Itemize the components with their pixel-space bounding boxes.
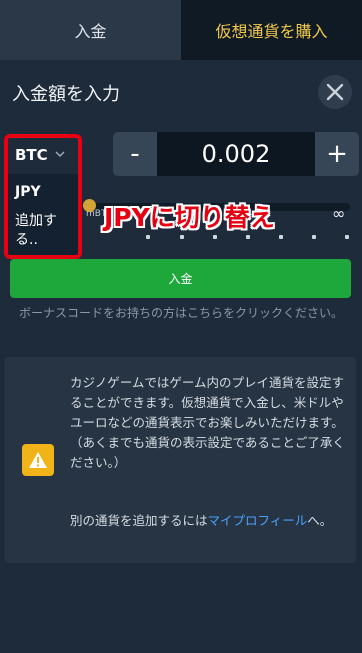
info-add-currency: 別の通貨を追加するにはマイプロフィールへ。	[70, 511, 352, 531]
page-title: 入金額を入力	[12, 84, 120, 105]
increase-amount-button[interactable]: +	[315, 132, 359, 176]
tab-deposit[interactable]: 入金	[0, 0, 181, 60]
close-button[interactable]	[318, 75, 352, 109]
info-add-prefix: 別の通貨を追加するには	[70, 513, 208, 528]
bonus-code-link[interactable]: ボーナスコードをお持ちの方はこちらをクリックください。	[16, 305, 346, 321]
slider-tick	[213, 235, 217, 239]
warning-icon	[22, 444, 54, 476]
amount-input[interactable]	[157, 132, 315, 176]
amount-slider-thumb[interactable]	[83, 199, 96, 212]
slider-tick	[345, 235, 349, 239]
close-icon	[326, 83, 344, 101]
tab-buy-crypto[interactable]: 仮想通貨を購入	[181, 0, 362, 60]
slider-tick	[279, 235, 283, 239]
slider-tick	[146, 235, 150, 239]
decrease-amount-button[interactable]: -	[113, 132, 157, 176]
info-add-suffix: へ。	[307, 513, 333, 528]
warning-triangle-icon	[29, 452, 47, 468]
highlight-frame	[4, 134, 82, 259]
tab-bar: 入金 仮想通貨を購入	[0, 0, 362, 60]
slider-tick	[312, 235, 316, 239]
slider-tick	[246, 235, 250, 239]
slider-max-label: ∞	[332, 204, 346, 223]
info-text: カジノゲームではゲーム内のプレイ通貨を設定することができます。仮想通貨で入金し、…	[70, 375, 345, 470]
slider-tick	[180, 235, 184, 239]
deposit-button[interactable]: 入金	[10, 259, 351, 298]
annotation-text: JPYに切り替え	[104, 203, 275, 232]
my-profile-link[interactable]: マイプロフィール	[208, 513, 308, 528]
